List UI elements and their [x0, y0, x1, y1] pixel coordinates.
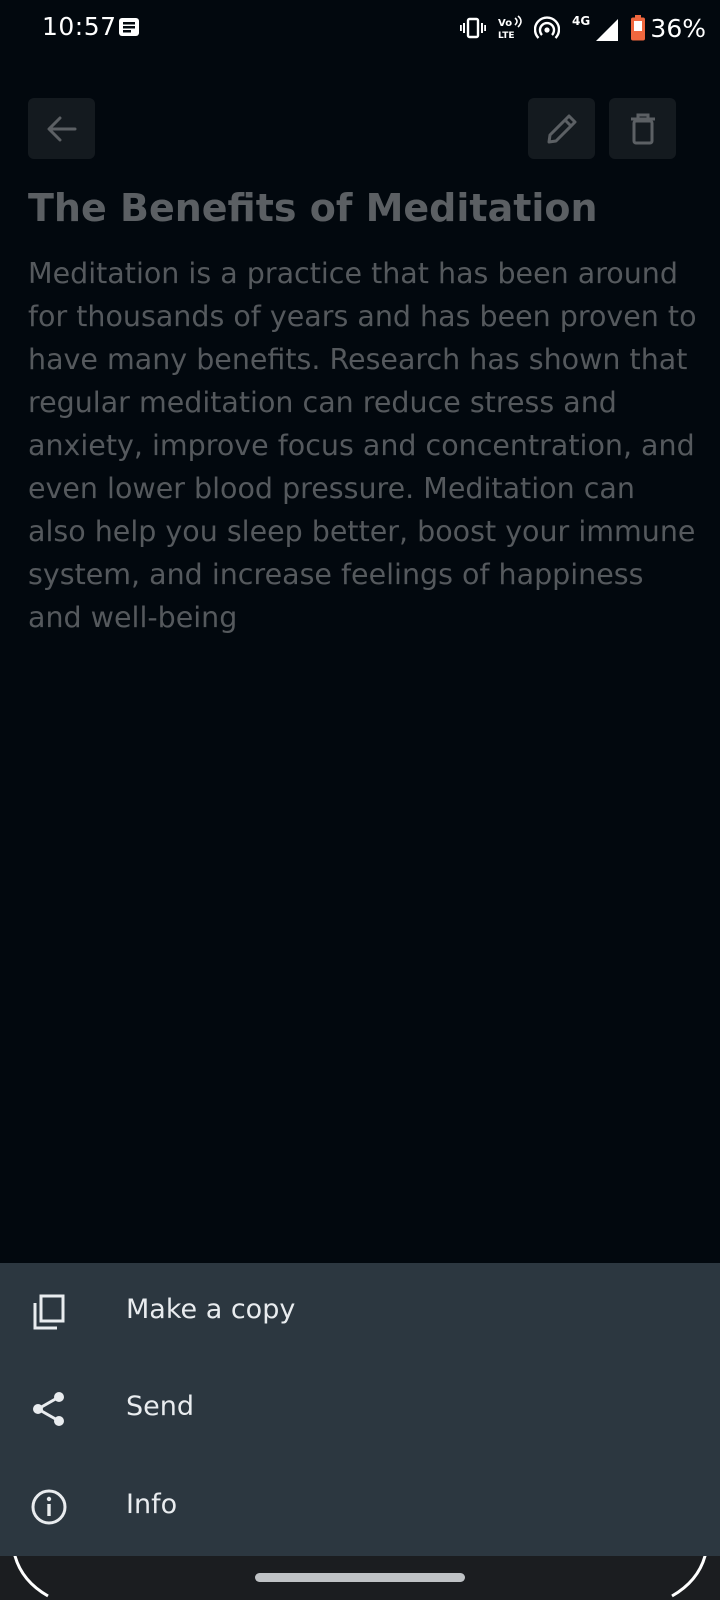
arrow-left-icon: [47, 116, 76, 141]
menu-item-info[interactable]: Info: [0, 1458, 720, 1554]
left-corner-icon: [13, 1556, 49, 1598]
home-gesture-bar[interactable]: [255, 1573, 465, 1582]
back-button[interactable]: [28, 98, 95, 159]
menu-item-label: Make a copy: [126, 1294, 296, 1325]
note-detail-screen: 10:57 Vo LTE 4G 36% The Benefits of Medi…: [0, 0, 720, 1600]
share-icon: [30, 1390, 68, 1428]
menu-item-make-a-copy[interactable]: Make a copy: [0, 1263, 720, 1359]
right-corner-icon: [671, 1556, 707, 1598]
menu-item-label: Send: [126, 1391, 195, 1422]
menu-item-label: Info: [126, 1489, 178, 1520]
info-icon: [30, 1488, 68, 1526]
trash-icon: [630, 113, 655, 144]
navigation-bar: [0, 1556, 720, 1600]
note-title: The Benefits of Meditation: [28, 186, 598, 230]
edit-button[interactable]: [528, 98, 595, 159]
menu-item-send[interactable]: Send: [0, 1360, 720, 1456]
bottom-sheet-menu: Make a copy Send Info: [0, 1263, 720, 1556]
note-body: Meditation is a practice that has been a…: [28, 257, 697, 634]
copy-icon: [30, 1293, 68, 1331]
delete-button[interactable]: [609, 98, 676, 159]
pencil-icon: [547, 114, 576, 143]
